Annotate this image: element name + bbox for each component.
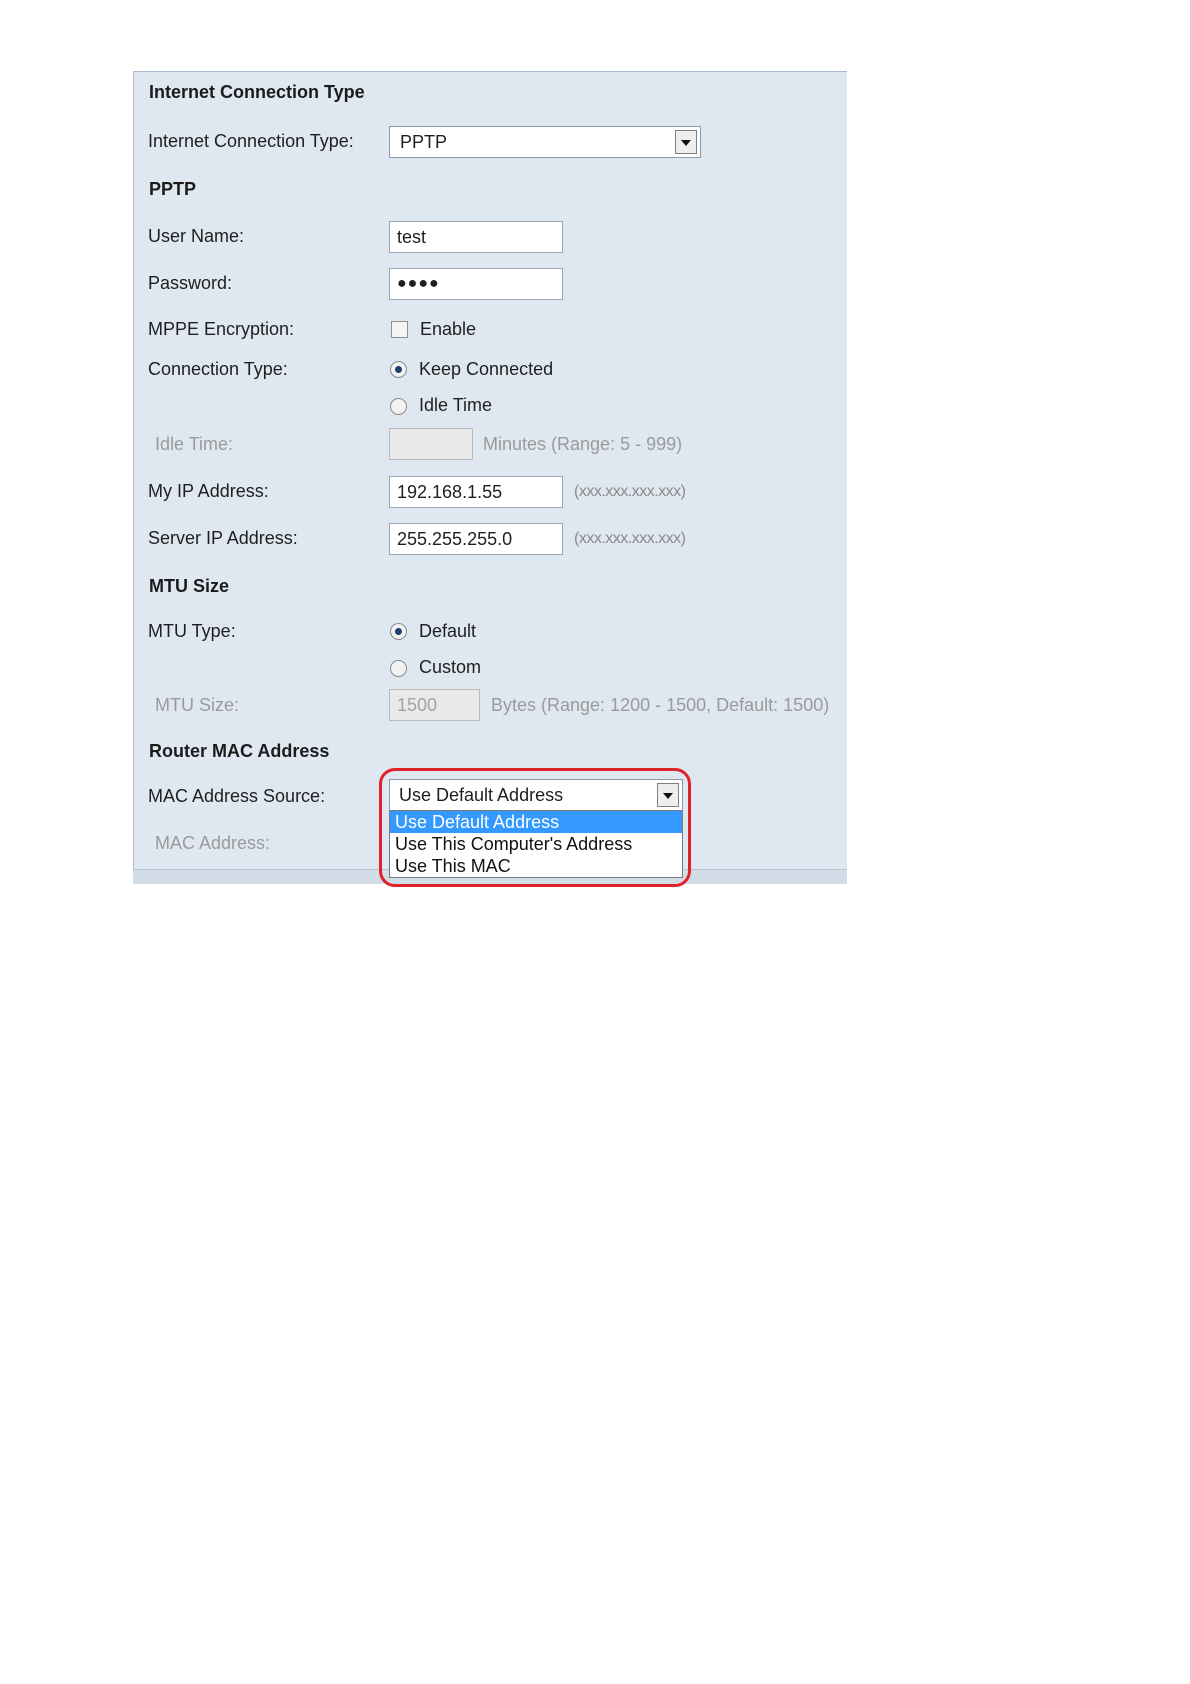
- mtu-custom-label: Custom: [419, 657, 482, 677]
- mtu-default-label: Default: [419, 621, 477, 641]
- connection-type-select[interactable]: PPTP: [389, 126, 701, 158]
- connection-type-label: Internet Connection Type:: [148, 131, 354, 151]
- mtu-size-label: MTU Size:: [155, 695, 240, 715]
- mtu-default-radio[interactable]: [390, 623, 407, 640]
- idle-time-radio[interactable]: [390, 398, 407, 415]
- keep-connected-radio[interactable]: [390, 361, 407, 378]
- my-ip-address-label: My IP Address:: [148, 481, 269, 501]
- server-ip-format-hint: (xxx.xxx.xxx.xxx): [574, 530, 686, 547]
- section-title-mtu: MTU Size: [149, 576, 230, 596]
- mtu-size-hint: Bytes (Range: 1200 - 1500, Default: 1500…: [491, 695, 830, 715]
- my-ip-format-hint: (xxx.xxx.xxx.xxx): [574, 483, 686, 500]
- mac-address-source-label: MAC Address Source:: [148, 786, 326, 806]
- mtu-size-input[interactable]: 1500: [389, 689, 480, 721]
- mtu-custom-radio[interactable]: [390, 660, 407, 677]
- idle-time-option-label: Idle Time: [419, 395, 493, 415]
- connection-type-value: PPTP: [400, 132, 448, 152]
- username-input[interactable]: test: [389, 221, 563, 253]
- section-title-router-mac: Router MAC Address: [149, 741, 330, 761]
- idle-time-input[interactable]: [389, 428, 473, 460]
- password-input[interactable]: ●●●●: [389, 268, 563, 300]
- chevron-down-icon[interactable]: [675, 130, 697, 154]
- server-ip-address-input[interactable]: 255.255.255.0: [389, 523, 563, 555]
- keep-connected-label: Keep Connected: [419, 359, 554, 379]
- mtu-type-label: MTU Type:: [148, 621, 236, 641]
- mac-address-label: MAC Address:: [155, 833, 271, 853]
- my-ip-address-input[interactable]: 192.168.1.55: [389, 476, 563, 508]
- section-title-connection-type: Internet Connection Type: [149, 82, 365, 102]
- section-title-pptp: PPTP: [149, 179, 197, 199]
- mppe-encryption-label: MPPE Encryption:: [148, 319, 295, 339]
- idle-time-label: Idle Time:: [155, 434, 234, 454]
- password-label: Password:: [148, 273, 233, 293]
- connection-type-mode-label: Connection Type:: [148, 359, 288, 379]
- mppe-enable-label: Enable: [420, 319, 477, 339]
- mppe-enable-checkbox[interactable]: [391, 321, 408, 338]
- server-ip-address-label: Server IP Address:: [148, 528, 298, 548]
- highlight-ring: [379, 768, 691, 887]
- idle-time-hint: Minutes (Range: 5 - 999): [483, 434, 683, 454]
- username-label: User Name:: [148, 226, 245, 246]
